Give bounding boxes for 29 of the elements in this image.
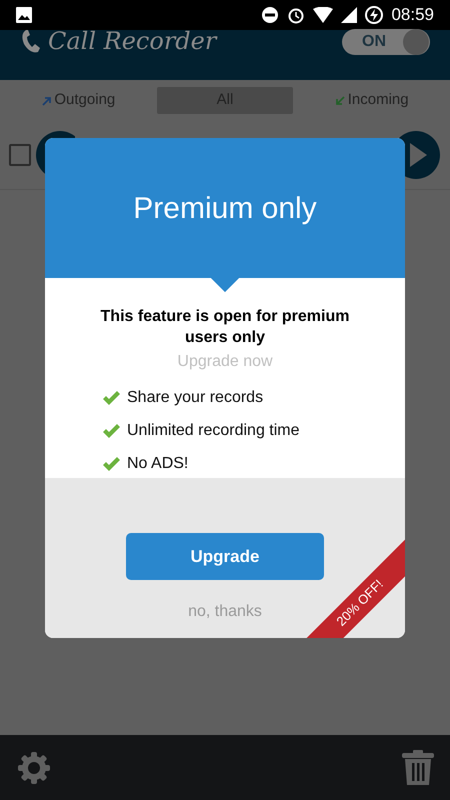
no-thanks-link[interactable]: no, thanks [188,600,262,624]
alarm-clock-icon [287,6,306,24]
signal-icon [341,7,358,23]
checkmark-icon [102,424,121,438]
outgoing-arrow-icon [41,94,52,106]
checkmark-icon [102,390,121,406]
clock-time: 08:59 [391,4,434,26]
app-title: Call Recorder [48,29,216,53]
filter-tab[interactable]: Outgoing [10,86,147,114]
tab-label: Outgoing [54,90,116,110]
upgrade-now-text: Upgrade now [177,352,273,372]
incoming-arrow-icon [334,94,346,106]
feature-text: Unlimited recording time [127,421,300,441]
battery-charging-icon [365,6,384,24]
settings-icon[interactable] [16,750,52,786]
image-icon [16,7,32,23]
checkbox[interactable] [9,144,31,166]
upgrade-button[interactable]: Upgrade [126,533,324,580]
feature-text: No ADS! [127,454,188,474]
dialog-title: Premium only [133,190,317,226]
do-not-disturb-icon [261,6,280,24]
filter-tab[interactable]: Incoming [303,86,440,114]
feature-text: Share your records [127,388,264,408]
wifi-icon [313,7,334,23]
dialog-heading: This feature is open for premium users only [100,307,350,348]
checkmark-icon [102,456,121,472]
power-toggle[interactable]: ON [342,29,430,55]
tab-label: Incoming [348,90,409,110]
trash-icon[interactable] [402,750,434,786]
